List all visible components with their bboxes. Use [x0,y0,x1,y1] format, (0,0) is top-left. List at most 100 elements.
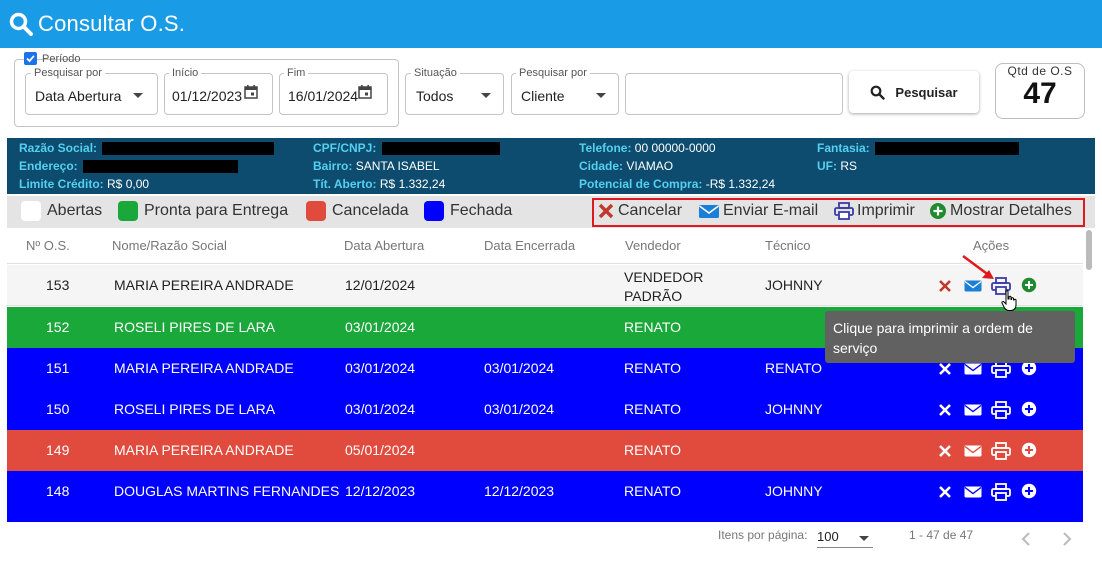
redacted-block [381,142,500,156]
date-type-label: Pesquisar por [31,67,105,79]
cpf-cnpj: CPF/CNPJ: [313,139,500,157]
col-vendedor[interactable]: Vendedor [625,238,681,253]
fantasia: Fantasia: [817,139,1020,157]
razao-social-label: Razão Social: [19,141,98,155]
legend-cancelada: Cancelada [306,201,409,221]
limite-credito: Limite Crédito: R$ 0,00 [19,175,149,193]
client-info-panel: Razão Social: Endereço: Limite Crédito: … [7,138,1095,194]
seller: RENATO [624,319,682,335]
page-title: Consultar O.S. [38,11,186,36]
legend-cancelar: Cancelar [597,202,682,220]
seller: RENATO [624,360,682,376]
search-icon [871,85,886,100]
date-closed: 03/01/2024 [484,360,555,376]
check-icon [26,55,35,63]
calendar-icon[interactable] [244,85,258,99]
legend-cancelar-label: Cancelar [618,202,683,219]
calendar-icon[interactable] [358,85,372,99]
chevron-down-icon [859,536,869,541]
periodo-checkbox[interactable] [24,52,37,65]
close-icon[interactable] [937,361,953,377]
client-name: MARIA PEREIRA ANDRADE [114,277,294,293]
email-icon[interactable] [964,402,982,418]
uf-label: UF: [817,159,837,173]
legend-swatch [21,201,41,221]
client-name: ROSELI PIRES DE LARA [114,401,276,417]
table-row[interactable]: 149 MARIA PEREIRA ANDRADE 05/01/2024 REN… [7,430,1083,471]
print-icon[interactable] [991,483,1011,501]
potencial-value: -R$ 1.332,24 [705,177,776,191]
technician: JOHNNY [765,277,823,293]
plus-circle-icon [930,203,946,219]
col-encerrada[interactable]: Data Encerrada [484,238,575,253]
legend-detalhes-label: Mostrar Detalhes [950,202,1072,219]
table-header: Nº O.S. Nome/Razão Social Data Abertura … [7,230,1083,264]
os-number: 148 [46,483,70,499]
col-tecnico[interactable]: Técnico [765,238,811,253]
cidade: Cidade: VIAMAO [579,157,673,175]
legend-fechada-label: Fechada [450,202,513,219]
page-range: 1 - 47 de 47 [909,528,974,542]
telefone: Telefone: 00 00000-0000 [579,139,716,157]
telefone-value: 00 00000-0000 [634,141,716,155]
date-type-value: Data Abertura [35,88,122,104]
close-icon[interactable] [937,278,953,294]
close-icon[interactable] [937,443,953,459]
technician: JOHNNY [765,483,823,499]
col-abertura[interactable]: Data Abertura [344,238,424,253]
legend-cancelada-label: Cancelada [332,202,409,219]
page-header: Consultar O.S. [0,0,1102,48]
search-input[interactable] [625,73,843,115]
email-icon[interactable] [964,443,982,459]
client-name: ROSELI PIRES DE LARA [114,319,276,335]
legend-swatch [118,201,138,221]
fantasia-label: Fantasia: [817,141,870,155]
plus-circle-icon[interactable] [1021,483,1037,499]
search-button[interactable]: Pesquisar [849,71,979,113]
razao-social: Razão Social: [19,139,275,157]
periodo-label: Período [42,53,81,65]
scrollbar-thumb[interactable] [1086,230,1092,270]
close-icon[interactable] [937,484,953,500]
legend-abertas-label: Abertas [47,202,103,219]
chevron-right-icon[interactable] [1061,531,1073,547]
seller-line-2: PADRÃO [624,288,683,304]
close-icon[interactable] [937,402,953,418]
cursor-hand-icon [1001,290,1017,311]
titulo-aberto-value: R$ 1.332,24 [379,177,446,191]
email-icon[interactable] [964,361,982,377]
date-closed: 03/01/2024 [484,401,555,417]
inicio-label: Início [169,67,202,79]
cidade-value: VIAMAO [626,159,674,173]
titulo-aberto: Tít. Aberto: R$ 1.332,24 [313,175,445,193]
col-nome[interactable]: Nome/Razão Social [112,238,227,253]
app: Consultar O.S. Período Pesquisar por Dat… [0,0,1102,562]
table-row[interactable]: 153 MARIA PEREIRA ANDRADE 12/01/2024 VEN… [7,265,1083,306]
table-row[interactable]: 148 DOUGLAS MARTINS FERNANDES 12/12/2023… [7,471,1083,512]
inicio-value: 01/12/2023 [172,88,243,104]
os-number: 150 [46,401,70,417]
col-os[interactable]: Nº O.S. [26,238,70,253]
table-row[interactable]: 150 ROSELI PIRES DE LARA 03/01/2024 03/0… [7,389,1083,430]
print-icon[interactable] [991,442,1011,460]
seller: RENATO [624,483,682,499]
legend-pronta: Pronta para Entrega [118,201,288,221]
email-icon[interactable] [964,484,982,500]
fim-label: Fim [284,67,309,79]
seller-line-1: VENDEDOR [624,269,704,285]
print-icon[interactable] [991,401,1011,419]
os-number: 152 [46,319,70,335]
legend-swatch [306,201,326,221]
chevron-left-icon[interactable] [1020,531,1032,547]
page-size-select[interactable]: 100 [817,526,873,548]
limite-credito-value: R$ 0,00 [107,177,150,191]
endereco-label: Endereço: [19,159,78,173]
date-opened: 03/01/2024 [345,360,416,376]
plus-circle-icon[interactable] [1021,442,1037,458]
titulo-aberto-label: Tít. Aberto: [313,177,377,191]
arrow-annotation-icon [962,254,994,279]
client-name: MARIA PEREIRA ANDRADE [114,360,294,376]
plus-circle-icon[interactable] [1021,401,1037,417]
plus-circle-icon[interactable] [1021,277,1037,293]
legend-abertas: Abertas [21,201,102,221]
